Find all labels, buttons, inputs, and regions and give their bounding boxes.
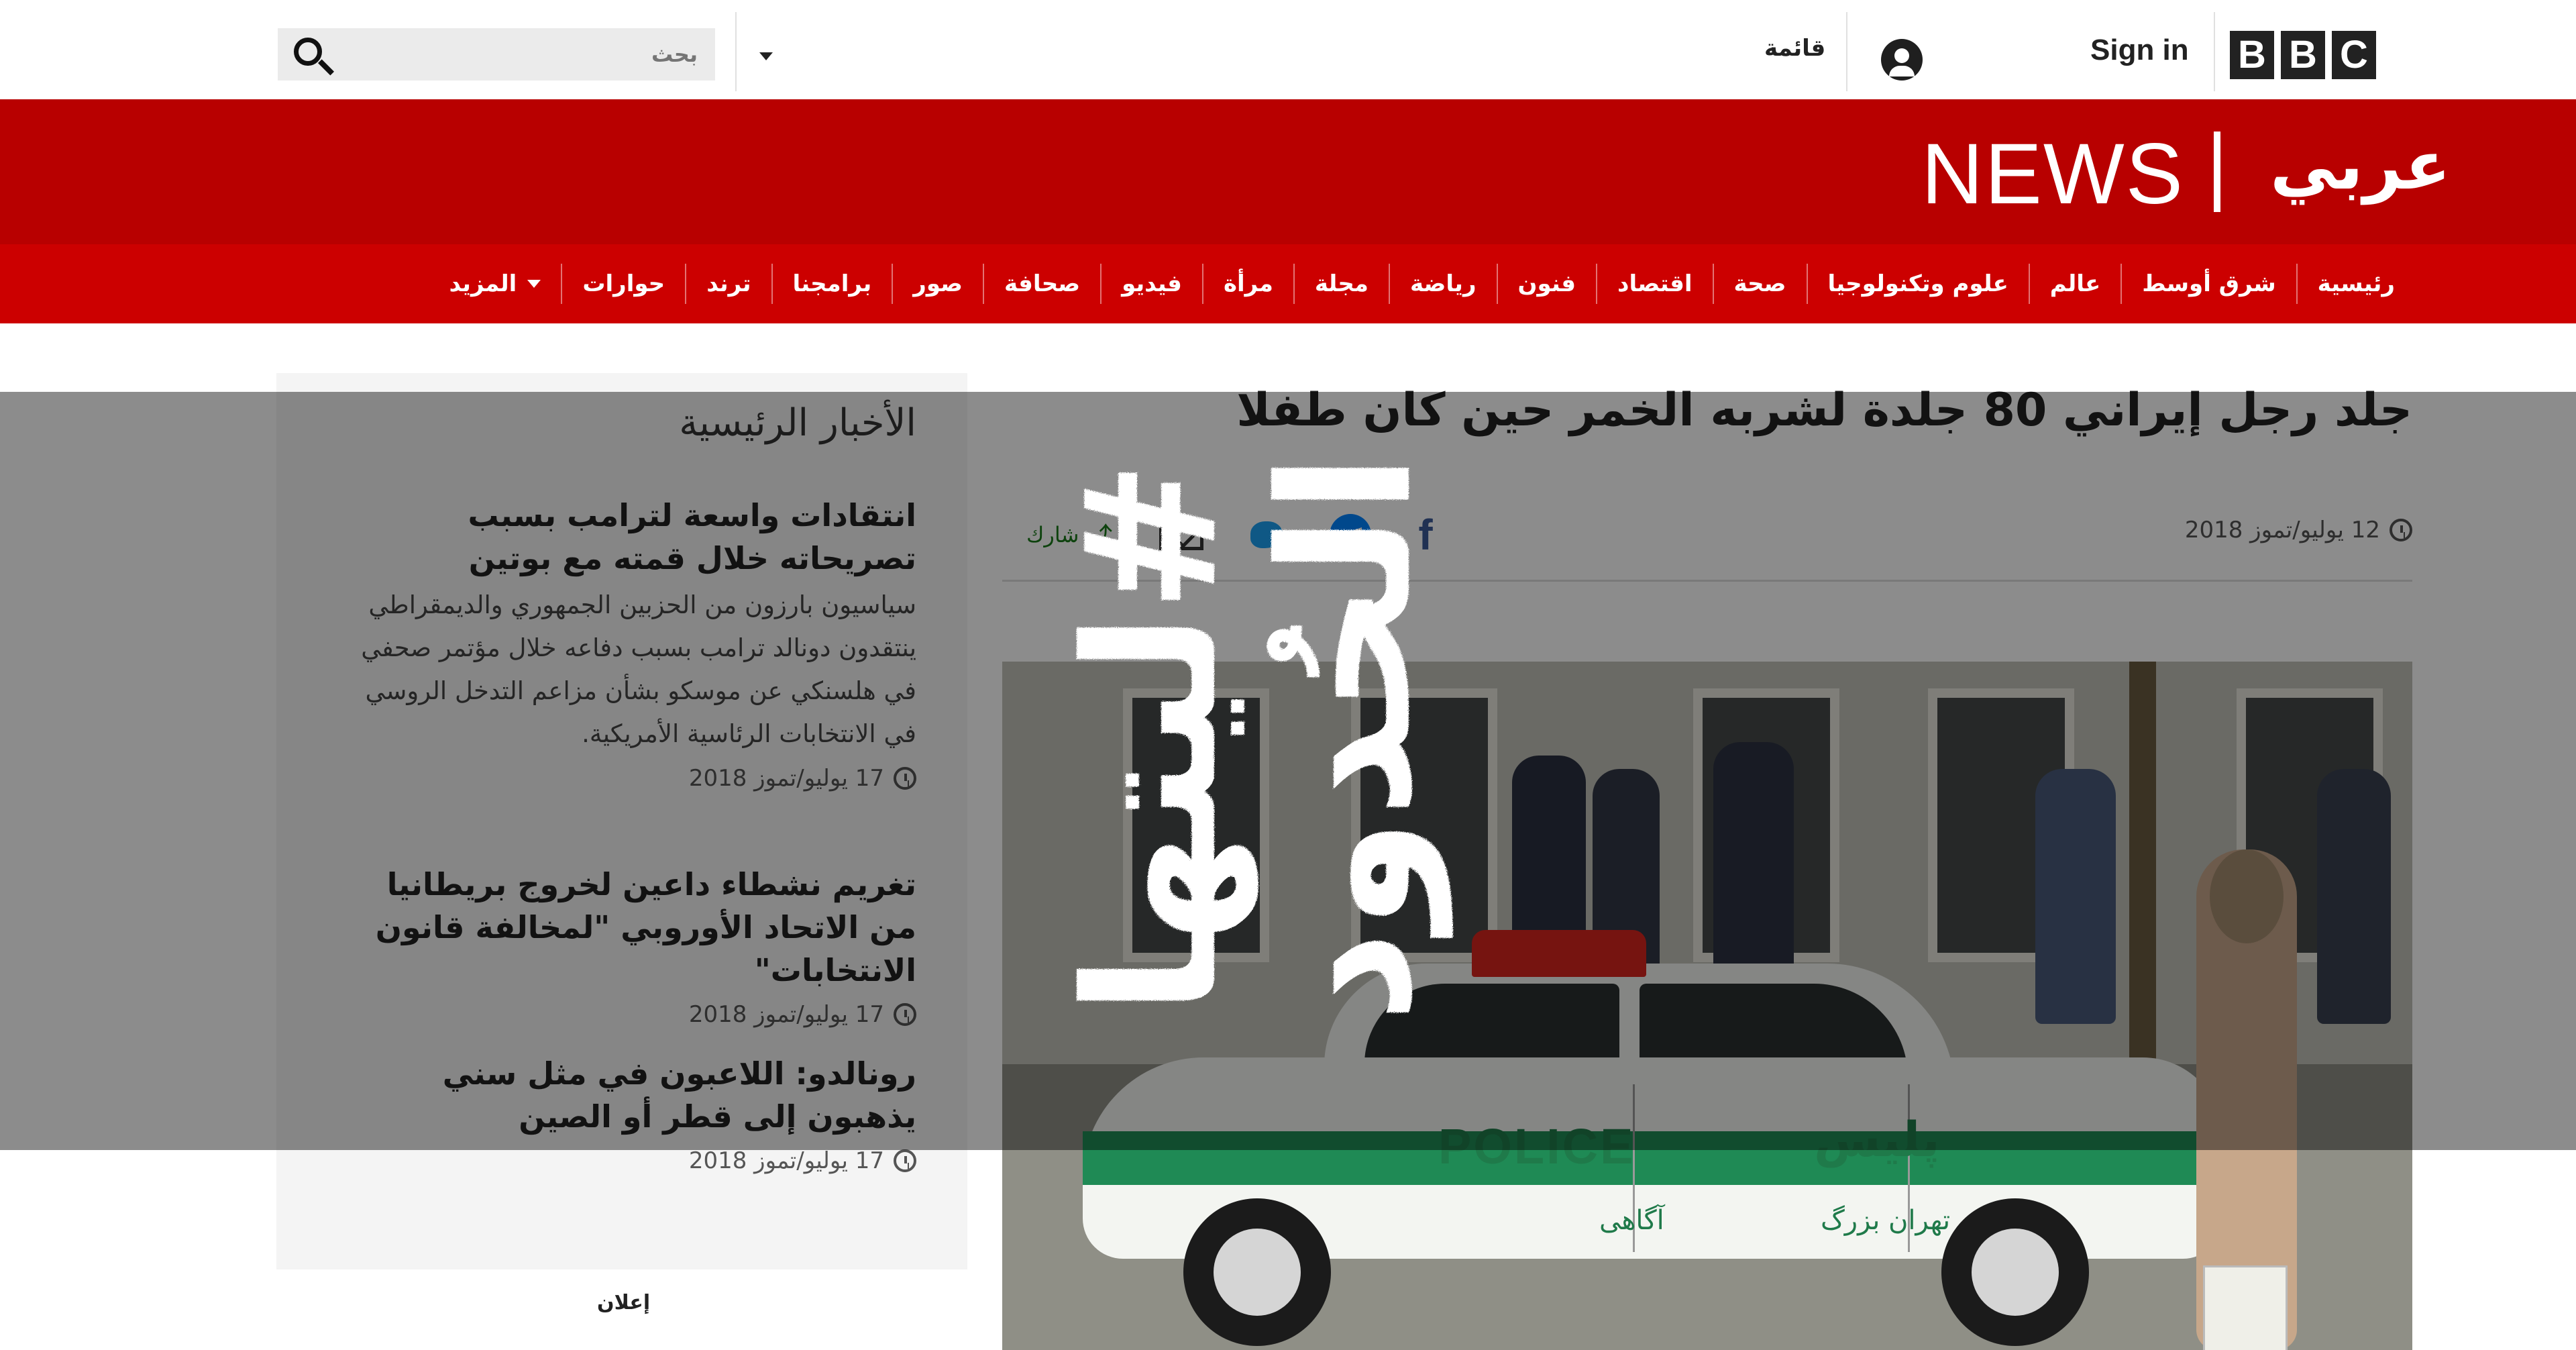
nav-item-middle-east[interactable]: شرق أوسط [2121,264,2296,304]
messenger-icon[interactable] [1330,514,1372,556]
chevron-down-icon[interactable] [759,52,773,60]
news-logo-text[interactable]: NEWS [1921,125,2184,223]
clock-icon [894,767,916,790]
advertisement-label: إعلان [597,1291,651,1314]
nav-item-interviews[interactable]: حوارات [561,264,685,304]
nav-item-press[interactable]: صحافة [983,264,1100,304]
clock-icon [2390,519,2412,541]
story-date: 17 يوليو/تموز 2018 [339,1147,916,1174]
door-text: تهران بزرگ [1821,1205,1951,1236]
main-navigation: رئيسية شرق أوسط عالم علوم وتكنولوجيا صحة… [0,244,2576,323]
bbc-logo-letter[interactable]: B [2230,31,2274,79]
divider [2214,12,2215,91]
story-item[interactable]: تغريم نشطاء داعين لخروج بريطانيا من الات… [339,863,916,1028]
nav-item-home[interactable]: رئيسية [2296,264,2415,304]
photo-shopping-bag [2203,1265,2288,1350]
divider [735,12,737,91]
bbc-logo-letter[interactable]: C [2332,31,2376,79]
article-date-text: 12 يوليو/تموز 2018 [2184,517,2380,543]
nav-item-photos[interactable]: صور [892,264,983,304]
top-stories-sidebar: الأخبار الرئيسية انتقادات واسعة لترامب ب… [276,373,967,1269]
police-farsi-text: پلیس [1814,1111,1940,1167]
car-stripe [1083,1131,2223,1185]
door-text: آگاهی [1599,1205,1664,1236]
search-input[interactable] [428,38,699,71]
story-date-text: 17 يوليو/تموز 2018 [688,765,884,792]
story-item[interactable]: انتقادات واسعة لترامب بسبب تصريحاته خلال… [339,494,916,792]
story-item[interactable]: رونالدو: اللاعبون في مثل سني يذهبون إلى … [339,1052,916,1174]
sidebar-title: الأخبار الرئيسية [679,401,916,445]
nav-item-sport[interactable]: رياضة [1388,264,1497,304]
article-date: 12 يوليو/تموز 2018 [2185,517,2412,543]
search-icon[interactable] [294,38,322,66]
logo-divider [2214,132,2220,212]
story-date: 17 يوليو/تموز 2018 [339,1001,916,1028]
article-photo: POLICE پلیس آگاهی تهران بزرگ [1002,662,2412,1350]
story-date-text: 17 يوليو/تموز 2018 [688,1001,884,1028]
divider [1846,12,1847,91]
share-icon: ⤴ [1085,522,1113,553]
divider [1002,580,2412,582]
search-box[interactable] [278,28,715,81]
clock-icon [894,1003,916,1026]
nav-item-programmes[interactable]: برامجنا [771,264,892,304]
article-headline: جلد رجل إيراني 80 جلدة لشربه الخمر حين ك… [1236,384,2412,437]
account-icon[interactable] [1881,39,1923,81]
masthead: NEWS عربي [0,99,2576,244]
nav-more-label: المزيد [449,270,517,297]
sign-in-link[interactable]: Sign in [2090,34,2189,67]
nav-item-video[interactable]: فيديو [1100,264,1202,304]
nav-item-trending[interactable]: ترند [685,264,771,304]
twitter-icon[interactable] [1250,521,1283,548]
nav-item-economy[interactable]: اقتصاد [1596,264,1713,304]
chevron-down-icon [527,280,541,288]
story-summary: سياسيون بارزون من الحزبين الجمهوري والدي… [361,590,916,748]
story-date: 17 يوليو/تموز 2018 [339,765,916,792]
email-icon[interactable] [1159,519,1204,550]
clock-icon [894,1149,916,1172]
nav-item-health[interactable]: صحة [1712,264,1807,304]
police-text: POLICE [1438,1119,1635,1174]
car-wheel [1183,1198,1331,1346]
bbc-logo-letter[interactable]: B [2281,31,2325,79]
nav-item-more[interactable]: المزيد [429,264,561,304]
menu-button[interactable]: قائمة [1764,35,1825,62]
share-button[interactable]: ⤴ شارك [1026,515,1112,554]
nav-item-arts[interactable]: فنون [1496,264,1596,304]
nav-item-women[interactable]: مرأة [1201,264,1293,304]
police-car: POLICE پلیس آگاهی تهران بزرگ [1083,910,2223,1346]
nav-item-magazine[interactable]: مجلة [1293,264,1389,304]
car-wheel [1941,1198,2089,1346]
story-date-text: 17 يوليو/تموز 2018 [688,1147,884,1174]
share-label: شارك [1026,522,1079,548]
photo-person [2317,769,2391,1024]
arabic-brand-text[interactable]: عربي [2270,126,2451,205]
facebook-icon[interactable]: f [1418,510,1432,560]
story-headline[interactable]: رونالدو: اللاعبون في مثل سني يذهبون إلى … [339,1052,916,1138]
story-headline[interactable]: تغريم نشطاء داعين لخروج بريطانيا من الات… [339,863,916,992]
nav-item-world[interactable]: عالم [2028,264,2121,304]
nav-item-science-tech[interactable]: علوم وتكنولوجيا [1806,264,2029,304]
share-tools: ⤴ شارك f [1026,510,1433,560]
top-bar: B B C Sign in قائمة [0,0,2576,101]
police-siren [1472,930,1646,977]
story-headline[interactable]: انتقادات واسعة لترامب بسبب تصريحاته خلال… [339,494,916,580]
